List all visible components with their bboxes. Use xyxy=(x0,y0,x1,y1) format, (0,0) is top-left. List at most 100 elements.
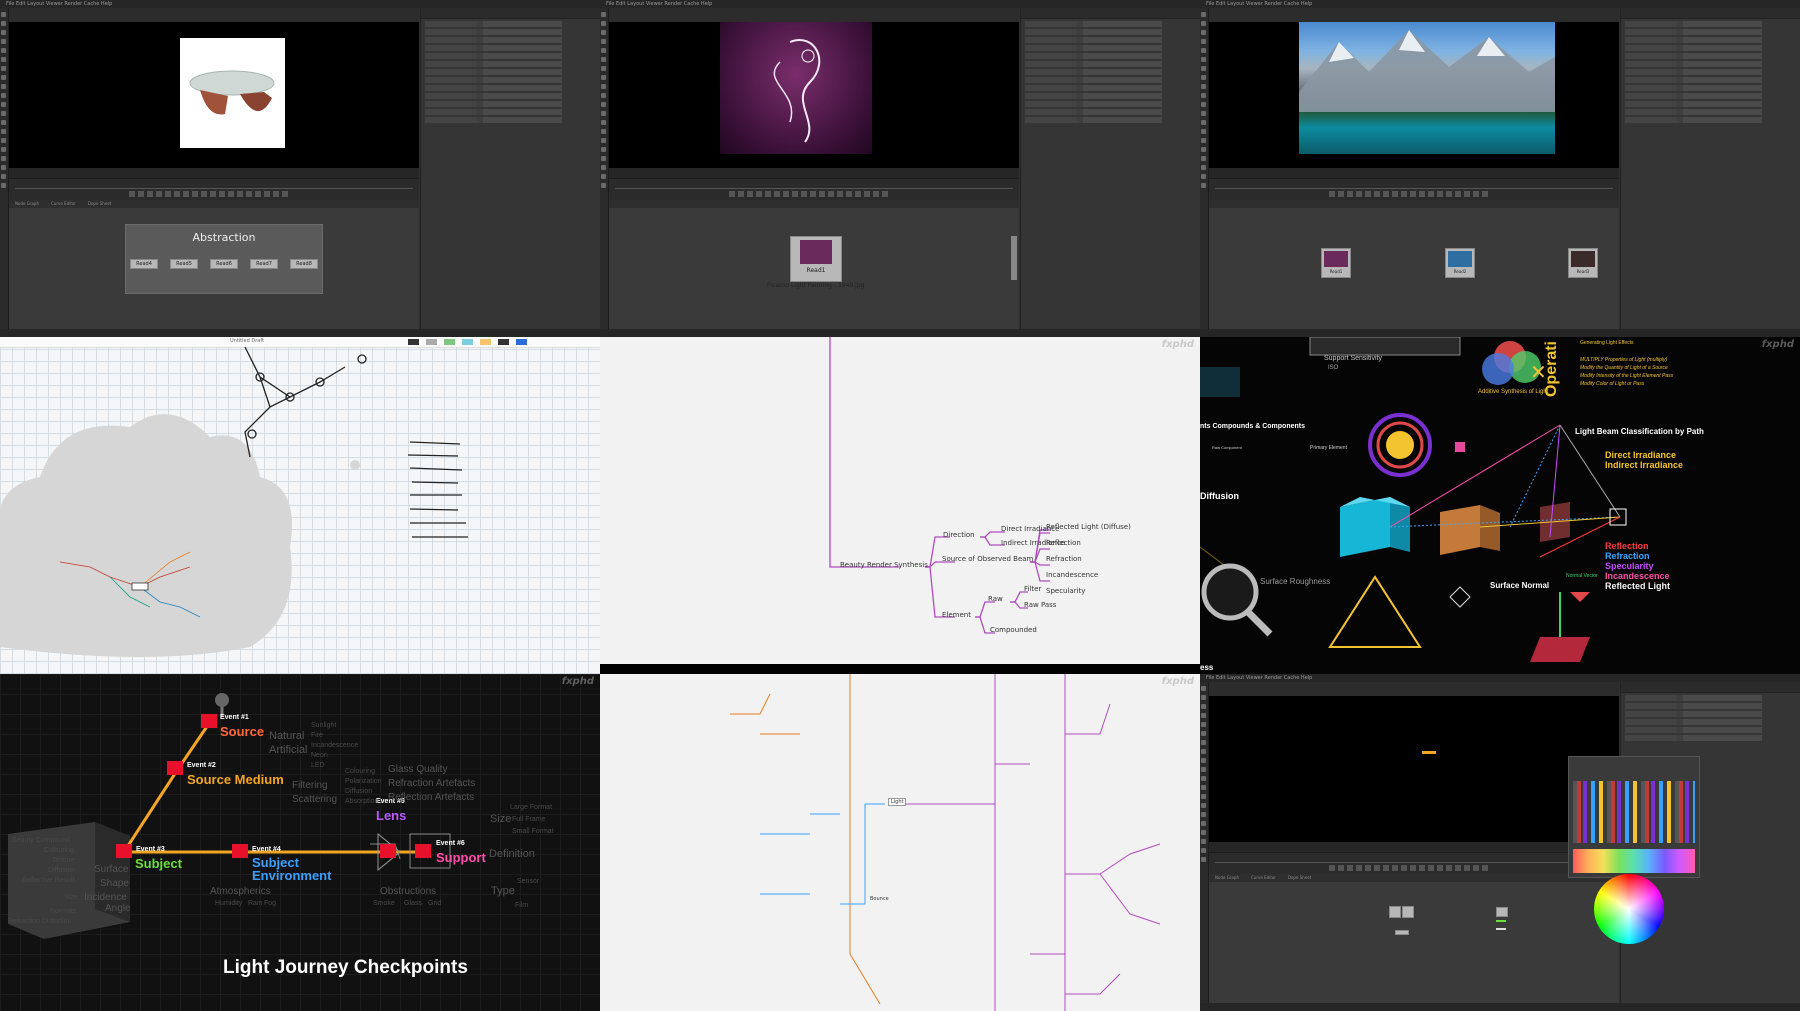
multiply-line-3: Modify Color of Light or Pass xyxy=(1580,381,1645,387)
video-collage: File Edit Layout Viewer Render Cache Hel… xyxy=(0,0,1800,1011)
properties-panel[interactable] xyxy=(1620,8,1800,329)
whiteboard-canvas[interactable] xyxy=(0,337,600,674)
node[interactable] xyxy=(1496,907,1508,917)
read-node[interactable]: Read5 xyxy=(170,259,198,269)
read-node-thumb[interactable]: Read3 xyxy=(1568,248,1598,278)
viewport[interactable] xyxy=(1209,696,1619,842)
color-wheel[interactable] xyxy=(1594,874,1664,944)
mindmap-root[interactable]: Beauty Render Synthesis xyxy=(840,561,928,569)
tab-dope-sheet[interactable]: Dope Sheet xyxy=(1288,875,1311,880)
event-name: Support xyxy=(436,850,486,865)
mindmap-leaf[interactable]: Raw xyxy=(988,595,1003,603)
properties-panel[interactable] xyxy=(420,8,600,329)
viewer-toolbar[interactable] xyxy=(1209,682,1619,697)
dag-tabs[interactable] xyxy=(609,200,1019,208)
timeline[interactable] xyxy=(1209,178,1619,201)
mountains xyxy=(1299,30,1555,112)
mindmap-leaf[interactable]: Incandescence xyxy=(1046,571,1098,579)
properties-panel[interactable] xyxy=(1020,8,1200,329)
event-tag: Event #4 xyxy=(252,846,281,853)
tool-bar[interactable] xyxy=(0,8,9,337)
mindmap-leaf[interactable]: Refraction xyxy=(1046,555,1082,563)
viewer-toolbar[interactable] xyxy=(1209,8,1619,23)
mindmap-leaf[interactable]: Raw Pass xyxy=(1024,601,1056,609)
word-cloud-item: Reflective Result xyxy=(22,877,75,884)
cut-word: ess xyxy=(1200,663,1214,672)
timeline[interactable] xyxy=(609,178,1019,201)
menu-bar[interactable]: File Edit Layout Viewer Render Cache Hel… xyxy=(1200,0,1800,8)
word-cloud-item: Filtering xyxy=(292,780,328,791)
table-image xyxy=(180,38,285,148)
surface-roughness-label: Surface Roughness xyxy=(1260,577,1331,586)
mindmap-branch[interactable]: Direction xyxy=(943,531,975,539)
dag-tabs[interactable]: Node Graph Curve Editor Dope Sheet xyxy=(1209,874,1619,882)
word-cloud-item: Humidity xyxy=(215,900,243,907)
read-node-thumb[interactable]: Read2 xyxy=(1445,248,1475,278)
viewer[interactable] xyxy=(9,8,419,178)
menu-bar[interactable]: File Edit Layout Viewer Render Cache Hel… xyxy=(0,0,600,8)
path-list-2: Specularity xyxy=(1605,561,1654,571)
word-cloud-item: Rain xyxy=(248,900,263,907)
menu-bar[interactable]: File Edit Layout Viewer Render Cache Hel… xyxy=(600,0,1200,8)
viewport[interactable] xyxy=(9,22,419,168)
timeline[interactable] xyxy=(9,178,419,201)
tab-node-graph[interactable]: Node Graph xyxy=(15,201,39,206)
read-node[interactable]: Read6 xyxy=(210,259,238,269)
cloud-dot xyxy=(350,460,360,470)
viewport[interactable] xyxy=(1209,22,1619,168)
word-cloud-item: Large Format xyxy=(510,804,553,811)
mindmap-leaf[interactable]: Reflected Light (Diffuse) xyxy=(1046,523,1131,531)
read-node[interactable]: Read4 xyxy=(130,259,158,269)
read-node[interactable]: Read8 xyxy=(290,259,318,269)
color-slider-strips[interactable] xyxy=(1573,781,1695,843)
viewer-info-bar xyxy=(1209,168,1619,178)
beam-title: Light Beam Classification by Path xyxy=(1575,427,1704,436)
node-graph[interactable]: Read1 Read2 Read3 xyxy=(1209,200,1619,329)
word-cloud-item: Glass Quality xyxy=(388,764,448,775)
read-node-thumb[interactable]: Read1 xyxy=(790,236,842,282)
mindmap-branch[interactable]: Element xyxy=(942,611,971,619)
menu-bar[interactable]: File Edit Layout Viewer Render Cache Hel… xyxy=(1200,674,1800,682)
node-graph[interactable]: Node Graph Curve Editor Dope Sheet Abstrac… xyxy=(9,200,419,329)
dag-tabs[interactable] xyxy=(1209,200,1619,208)
node[interactable] xyxy=(1395,930,1409,935)
mindmap-leaf[interactable]: Filter xyxy=(1024,585,1041,593)
tool-bar[interactable] xyxy=(1200,8,1209,337)
word-cloud-item: Full Frame xyxy=(512,816,546,823)
word-cloud-item: Absorption xyxy=(345,798,379,805)
read-node[interactable]: Read7 xyxy=(250,259,278,269)
word-cloud-item: Beauty Compound xyxy=(12,837,70,844)
viewer[interactable] xyxy=(1209,682,1619,852)
panel-nuke-picasso: fxphd File Edit Layout Viewer Render Cac… xyxy=(600,0,1200,337)
node[interactable] xyxy=(1389,906,1401,918)
viewer-toolbar[interactable] xyxy=(9,8,419,23)
read-node-thumb[interactable]: Read1 xyxy=(1321,248,1351,278)
node[interactable] xyxy=(1402,906,1414,918)
mindmap-leaf[interactable]: Specularity xyxy=(1046,587,1085,595)
tool-bar[interactable] xyxy=(1200,682,1209,1011)
backdrop-node[interactable]: Abstraction Read4 Read5 Read6 Read7 Read… xyxy=(125,224,323,294)
mindmap-hub[interactable]: Bounce xyxy=(870,896,889,902)
viewer[interactable] xyxy=(1209,8,1619,178)
viewer[interactable] xyxy=(609,8,1019,178)
tab-node-graph[interactable]: Node Graph xyxy=(1215,875,1239,880)
color-picker-panel[interactable] xyxy=(1568,756,1700,878)
swatch-grid[interactable] xyxy=(1573,849,1695,873)
tab-curve-editor[interactable]: Curve Editor xyxy=(1251,875,1276,880)
viewer-toolbar[interactable] xyxy=(609,8,1019,23)
mindmap-hub[interactable]: Light xyxy=(888,798,907,806)
word-cloud-item: Refraction Artefacts xyxy=(388,778,476,789)
tool-bar[interactable] xyxy=(600,8,609,337)
viewport[interactable] xyxy=(609,22,1019,168)
node-graph[interactable]: Node Graph Curve Editor Dope Sheet xyxy=(1209,874,1619,1003)
node-graph[interactable]: Read1 Picasso Light Painting - 1949.jpg xyxy=(609,200,1019,329)
mindmap-leaf[interactable]: Compounded xyxy=(990,626,1037,634)
mindmap-branch[interactable]: Source of Observed Beam xyxy=(942,555,1033,563)
mindmap-leaf[interactable]: Reflection xyxy=(1046,539,1081,547)
tab-dope-sheet[interactable]: Dope Sheet xyxy=(88,201,111,206)
timeline[interactable] xyxy=(1209,852,1619,875)
dag-tabs[interactable]: Node Graph Curve Editor Dope Sheet xyxy=(9,200,419,208)
tab-curve-editor[interactable]: Curve Editor xyxy=(51,201,76,206)
read-node-name: Read3 xyxy=(1576,269,1590,274)
node-thumb[interactable] xyxy=(1011,236,1017,280)
